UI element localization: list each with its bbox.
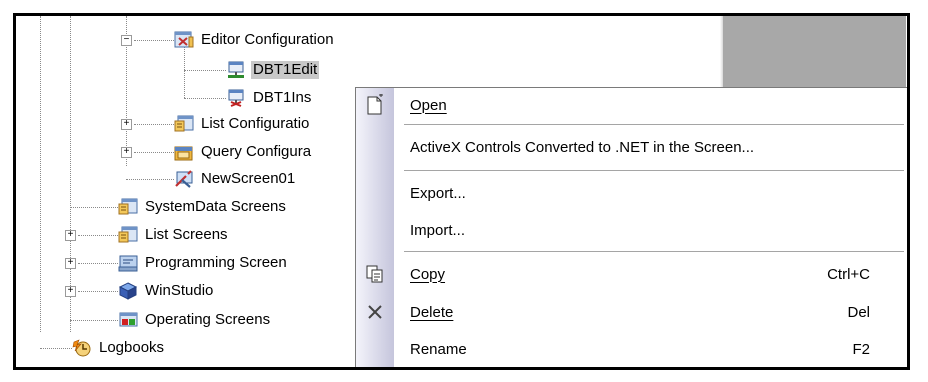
expand-toggle[interactable]: +: [121, 147, 132, 158]
tree-line: [134, 40, 174, 41]
context-menu: Open ActiveX Controls Converted to .NET …: [355, 87, 907, 367]
menu-separator: [404, 124, 904, 125]
tree-line: [134, 152, 174, 153]
tree-line: [126, 179, 174, 180]
expand-toggle[interactable]: +: [65, 286, 76, 297]
window-frame: − + + + + + Editor Configuration DBT1Edi…: [13, 13, 910, 370]
programming-screen-icon: [118, 254, 138, 272]
tree-line: [78, 291, 118, 292]
delete-x-icon: [364, 301, 386, 323]
tree-node-label: Query Configura: [201, 143, 312, 160]
screen-folder-icon: [118, 198, 138, 216]
tree-node-editor-configuration[interactable]: Editor Configuration: [174, 28, 336, 52]
menu-item-shortcut: Del: [847, 303, 870, 321]
menu-item-open[interactable]: Open: [356, 89, 907, 121]
menu-separator: [404, 170, 904, 171]
tree-node-winstudio[interactable]: WinStudio: [118, 279, 215, 303]
menu-item-label: Copy: [410, 265, 446, 283]
tree-node-list-configuration[interactable]: List Configuratio: [174, 112, 311, 136]
tree-node-label: WinStudio: [145, 282, 214, 299]
expand-toggle[interactable]: +: [65, 258, 76, 269]
tree-node-label: List Configuratio: [201, 115, 310, 132]
menu-item-label: ActiveX Controls Converted to .NET in th…: [410, 138, 755, 156]
tree-line: [184, 70, 226, 71]
winstudio-cube-icon: [118, 282, 138, 300]
screen-folder-icon: [118, 226, 138, 244]
query-configuration-icon: [174, 143, 194, 161]
logbooks-icon: [72, 339, 92, 357]
tree-node-label: Programming Screen: [145, 254, 287, 271]
open-document-icon: [364, 94, 386, 116]
tree-node-programming-screen[interactable]: Programming Screen: [118, 251, 289, 275]
menu-item-delete[interactable]: Delete Del: [356, 296, 907, 328]
expand-toggle[interactable]: +: [121, 119, 132, 130]
menu-item-copy[interactable]: Copy Ctrl+C: [356, 258, 907, 290]
menu-item-rename[interactable]: Rename F2: [356, 333, 907, 365]
tree-node-newscreen01[interactable]: NewScreen01: [174, 167, 297, 191]
menu-item-export[interactable]: Export...: [356, 177, 907, 209]
tree-node-label: Editor Configuration: [201, 31, 334, 48]
operating-screen-icon: [118, 311, 138, 329]
menu-item-label: Import...: [410, 221, 466, 239]
tree-node-list-screens[interactable]: List Screens: [118, 223, 230, 247]
tree-line: [134, 124, 174, 125]
new-screen-icon: [174, 170, 194, 188]
menu-item-label: Delete: [410, 303, 454, 321]
tree-node-dbt1edit[interactable]: DBT1Edit: [226, 58, 320, 82]
editor-configuration-icon: [174, 31, 194, 49]
tree-line: [40, 348, 72, 349]
tree-node-label: DBT1Edit: [251, 61, 320, 79]
tree-node-label: NewScreen01: [201, 170, 296, 187]
collapse-toggle[interactable]: −: [121, 35, 132, 46]
menu-item-import[interactable]: Import...: [356, 214, 907, 246]
tree-node-logbooks[interactable]: Logbooks: [72, 336, 166, 360]
tree-node-query-configuration[interactable]: Query Configura: [174, 140, 313, 164]
tree-node-label: List Screens: [145, 226, 228, 243]
database-table-insert-icon: [226, 89, 246, 107]
database-table-edit-icon: [226, 61, 246, 79]
tree-line: [184, 46, 185, 98]
tree-node-label: Logbooks: [99, 339, 165, 356]
tree-node-label: Operating Screens: [145, 311, 271, 328]
menu-item-label: Open: [410, 96, 447, 114]
copy-icon: [364, 263, 386, 285]
tree-line: [78, 235, 118, 236]
tree-line: [70, 207, 118, 208]
tree-node-dbt1ins[interactable]: DBT1Ins: [226, 86, 313, 110]
list-configuration-icon: [174, 115, 194, 133]
menu-item-label: Rename: [410, 340, 467, 358]
tree-node-label: DBT1Ins: [253, 89, 312, 106]
tree-node-systemdata-screens[interactable]: SystemData Screens: [118, 195, 288, 219]
tree-line: [70, 320, 118, 321]
menu-separator: [404, 251, 904, 252]
expand-toggle[interactable]: +: [65, 230, 76, 241]
tree-line: [40, 16, 41, 332]
menu-item-shortcut: F2: [852, 340, 870, 358]
menu-item-activex-controls[interactable]: ActiveX Controls Converted to .NET in th…: [356, 131, 907, 163]
tree-node-label: SystemData Screens: [145, 198, 286, 215]
tree-line: [184, 98, 226, 99]
tree-line: [70, 16, 71, 332]
menu-item-label: Export...: [410, 184, 466, 202]
tree-line: [78, 263, 118, 264]
tree-node-operating-screens[interactable]: Operating Screens: [118, 308, 272, 332]
menu-item-shortcut: Ctrl+C: [827, 265, 870, 283]
